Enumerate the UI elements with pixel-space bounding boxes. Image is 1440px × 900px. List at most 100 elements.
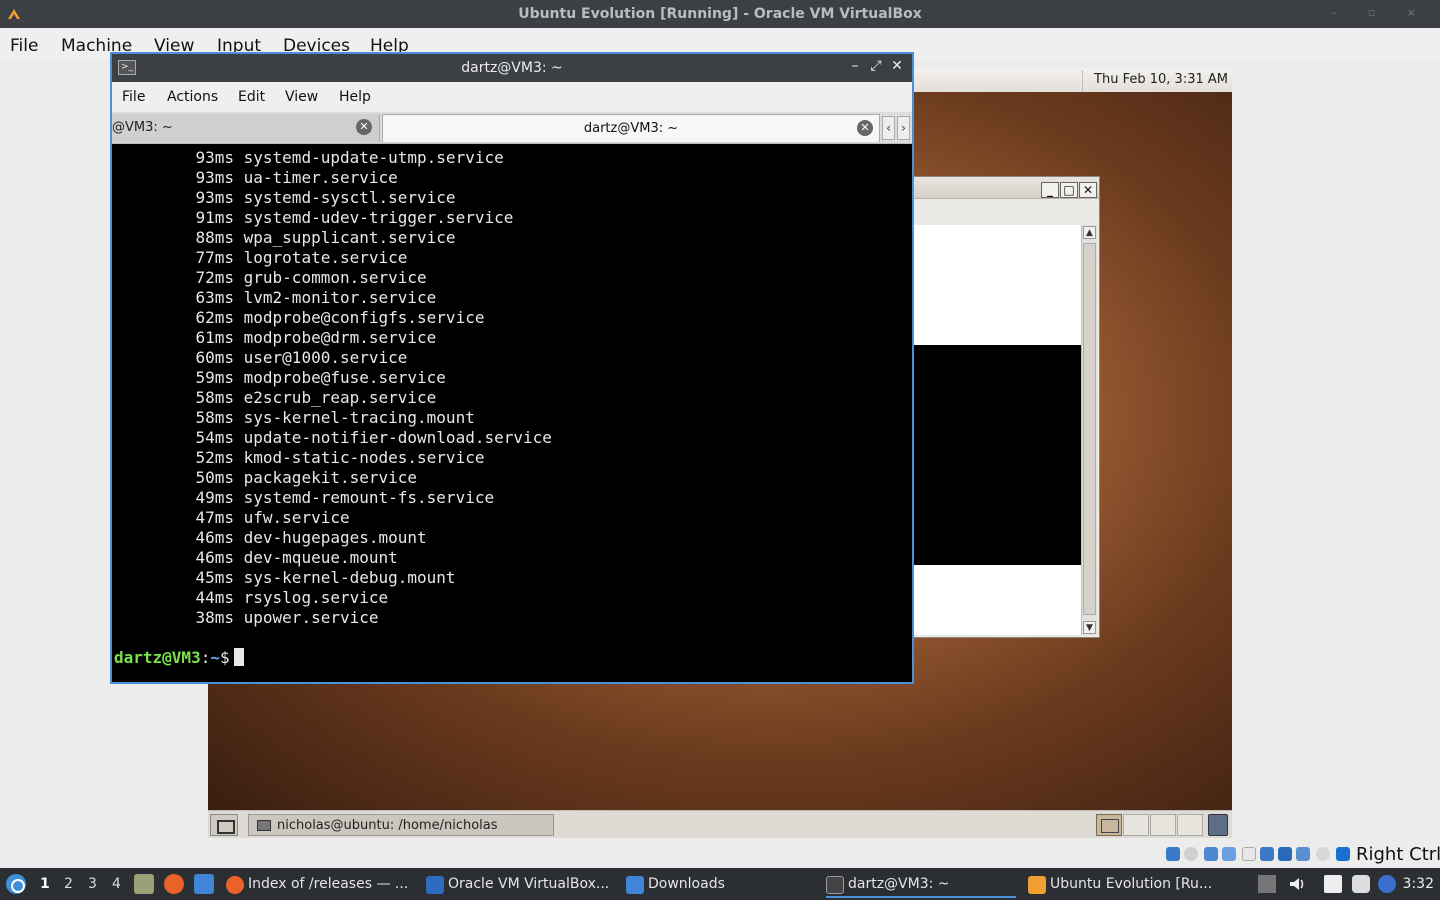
scrollbar-thumb[interactable] <box>1083 243 1096 615</box>
minimize-icon[interactable]: – <box>846 58 864 74</box>
service-time: 60ms <box>195 348 234 367</box>
terminal-menu-file[interactable]: File <box>122 89 145 105</box>
show-desktop-icon[interactable] <box>210 814 238 836</box>
desktop-launcher-icon[interactable] <box>194 874 214 894</box>
terminal-icon <box>826 876 844 894</box>
terminal-line: 58ms e2scrub_reap.service <box>114 388 910 408</box>
trash-icon[interactable] <box>1208 814 1228 836</box>
desktop-3[interactable]: 3 <box>88 876 97 892</box>
file-manager-launcher-icon[interactable] <box>134 874 154 894</box>
start-menu-icon[interactable] <box>6 874 26 894</box>
service-name: user@1000.service <box>243 348 408 367</box>
service-name: systemd-udev-trigger.service <box>243 208 514 227</box>
terminal-prompt[interactable]: dartz@VM3:~$ <box>114 648 910 668</box>
vbox-titlebar: Ubuntu Evolution [Running] - Oracle VM V… <box>0 0 1440 28</box>
desktop-4[interactable]: 4 <box>112 876 121 892</box>
desktop-2[interactable]: 2 <box>64 876 73 892</box>
mouse-integration-icon[interactable] <box>1336 847 1350 861</box>
notification-icon[interactable] <box>1378 875 1396 893</box>
maximize-icon[interactable]: □ <box>1060 182 1078 198</box>
network-icon[interactable] <box>1222 847 1236 861</box>
service-name: systemd-update-utmp.service <box>243 148 504 167</box>
tab-close-icon[interactable]: ✕ <box>857 120 873 136</box>
shared-folders-icon[interactable] <box>1260 847 1274 861</box>
window-controls[interactable]: – ▫ × <box>1331 6 1430 19</box>
guest-window-titlebar[interactable]: _ □ ✕ <box>913 177 1099 199</box>
optical-drive-icon[interactable] <box>1184 847 1198 861</box>
taskbar-item-terminal[interactable]: dartz@VM3: ~ <box>826 872 1016 898</box>
menu-file[interactable]: File <box>10 36 38 56</box>
minimize-icon[interactable]: _ <box>1041 182 1059 198</box>
terminal-line: 54ms update-notifier-download.service <box>114 428 910 448</box>
workspace-1[interactable] <box>1096 814 1122 836</box>
service-time: 46ms <box>195 528 234 547</box>
service-time: 45ms <box>195 568 234 587</box>
guest-clock[interactable]: Thu Feb 10, 3:31 AM <box>1094 72 1228 87</box>
terminal-line: 47ms ufw.service <box>114 508 910 528</box>
guest-window-scrollbar[interactable]: ▲ ▼ <box>1081 225 1097 635</box>
volume-icon[interactable] <box>1288 875 1306 893</box>
service-name: modprobe@drm.service <box>243 328 437 347</box>
terminal-titlebar[interactable]: >_ dartz@VM3: ~ – ⤢ ✕ <box>112 54 912 82</box>
taskbar-item-vm-window[interactable]: Ubuntu Evolution [Ru... <box>1028 872 1218 898</box>
terminal-window[interactable]: >_ dartz@VM3: ~ – ⤢ ✕ File Actions Edit Vi… <box>110 52 914 684</box>
desktop-1[interactable]: 1 <box>40 876 50 892</box>
guest-window[interactable]: _ □ ✕ ▲ ▼ <box>912 176 1100 638</box>
terminal-menu-view[interactable]: View <box>285 89 318 105</box>
scroll-down-icon[interactable]: ▼ <box>1083 621 1096 634</box>
service-name: logrotate.service <box>243 248 408 267</box>
guest-bottom-panel: nicholas@ubuntu: /home/nicholas <box>208 810 1232 838</box>
taskbar-item-virtualbox-manager[interactable]: Oracle VM VirtualBox... <box>426 872 616 898</box>
terminal-menu-actions[interactable]: Actions <box>167 89 218 105</box>
terminal-tab-2[interactable]: dartz@VM3: ~ ✕ <box>382 114 880 142</box>
terminal-output[interactable]: 93ms systemd-update-utmp.service 93ms ua-… <box>114 148 910 680</box>
scroll-up-icon[interactable]: ▲ <box>1083 226 1096 239</box>
guest-taskbar-item[interactable]: nicholas@ubuntu: /home/nicholas <box>248 814 554 836</box>
guest-window-black-area <box>913 345 1081 565</box>
cpu-icon[interactable] <box>1316 847 1330 861</box>
service-time: 50ms <box>195 468 234 487</box>
recording-icon[interactable] <box>1296 847 1310 861</box>
clipboard-icon[interactable] <box>1352 875 1370 893</box>
display-tray-icon[interactable] <box>1324 875 1342 893</box>
window-title: Ubuntu Evolution [Running] - Oracle VM V… <box>518 6 922 22</box>
service-time: 59ms <box>195 368 234 387</box>
host-key-label: Right Ctrl <box>1356 844 1440 865</box>
panel-separator <box>1082 71 1084 91</box>
terminal-menu-edit[interactable]: Edit <box>238 89 265 105</box>
hard-disk-icon[interactable] <box>1166 847 1180 861</box>
workspace-3[interactable] <box>1150 814 1176 836</box>
host-taskbar: 1 2 3 4 Index of /releases — ... Oracle … <box>0 868 1440 900</box>
terminal-line: 77ms logrotate.service <box>114 248 910 268</box>
terminal-line: 61ms modprobe@drm.service <box>114 328 910 348</box>
maximize-icon[interactable]: ⤢ <box>867 58 885 74</box>
workspace-4[interactable] <box>1177 814 1203 836</box>
tab-scroll-left-icon[interactable]: ‹ <box>882 116 895 140</box>
taskbar-item-firefox[interactable]: Index of /releases — ... <box>226 872 416 898</box>
taskbar-clock[interactable]: 3:32 <box>1403 876 1434 892</box>
terminal-line: 91ms systemd-udev-trigger.service <box>114 208 910 228</box>
service-time: 91ms <box>195 208 234 227</box>
service-name: ua-timer.service <box>243 168 398 187</box>
service-time: 93ms <box>195 168 234 187</box>
terminal-tab-1[interactable]: @VM3: ~ ✕ <box>112 114 380 142</box>
display-icon[interactable] <box>1278 847 1292 861</box>
service-time: 88ms <box>195 228 234 247</box>
tray-updates-icon[interactable] <box>1258 875 1276 893</box>
service-name: update-notifier-download.service <box>243 428 552 447</box>
workspace-2[interactable] <box>1123 814 1149 836</box>
firefox-launcher-icon[interactable] <box>164 874 184 894</box>
folder-icon <box>626 876 644 894</box>
terminal-menu-help[interactable]: Help <box>339 89 371 105</box>
close-icon[interactable]: ✕ <box>1079 182 1097 198</box>
usb-icon[interactable] <box>1242 847 1256 861</box>
service-name: grub-common.service <box>243 268 427 287</box>
close-icon[interactable]: ✕ <box>888 58 906 74</box>
tab-scroll-right-icon[interactable]: › <box>897 116 910 140</box>
taskbar-item-downloads[interactable]: Downloads <box>626 872 816 898</box>
service-time: 72ms <box>195 268 234 287</box>
taskbar-item-label: dartz@VM3: ~ <box>848 876 950 892</box>
audio-icon[interactable] <box>1204 847 1218 861</box>
tab-close-icon[interactable]: ✕ <box>356 119 372 135</box>
prompt-user: dartz@VM3 <box>114 648 201 667</box>
